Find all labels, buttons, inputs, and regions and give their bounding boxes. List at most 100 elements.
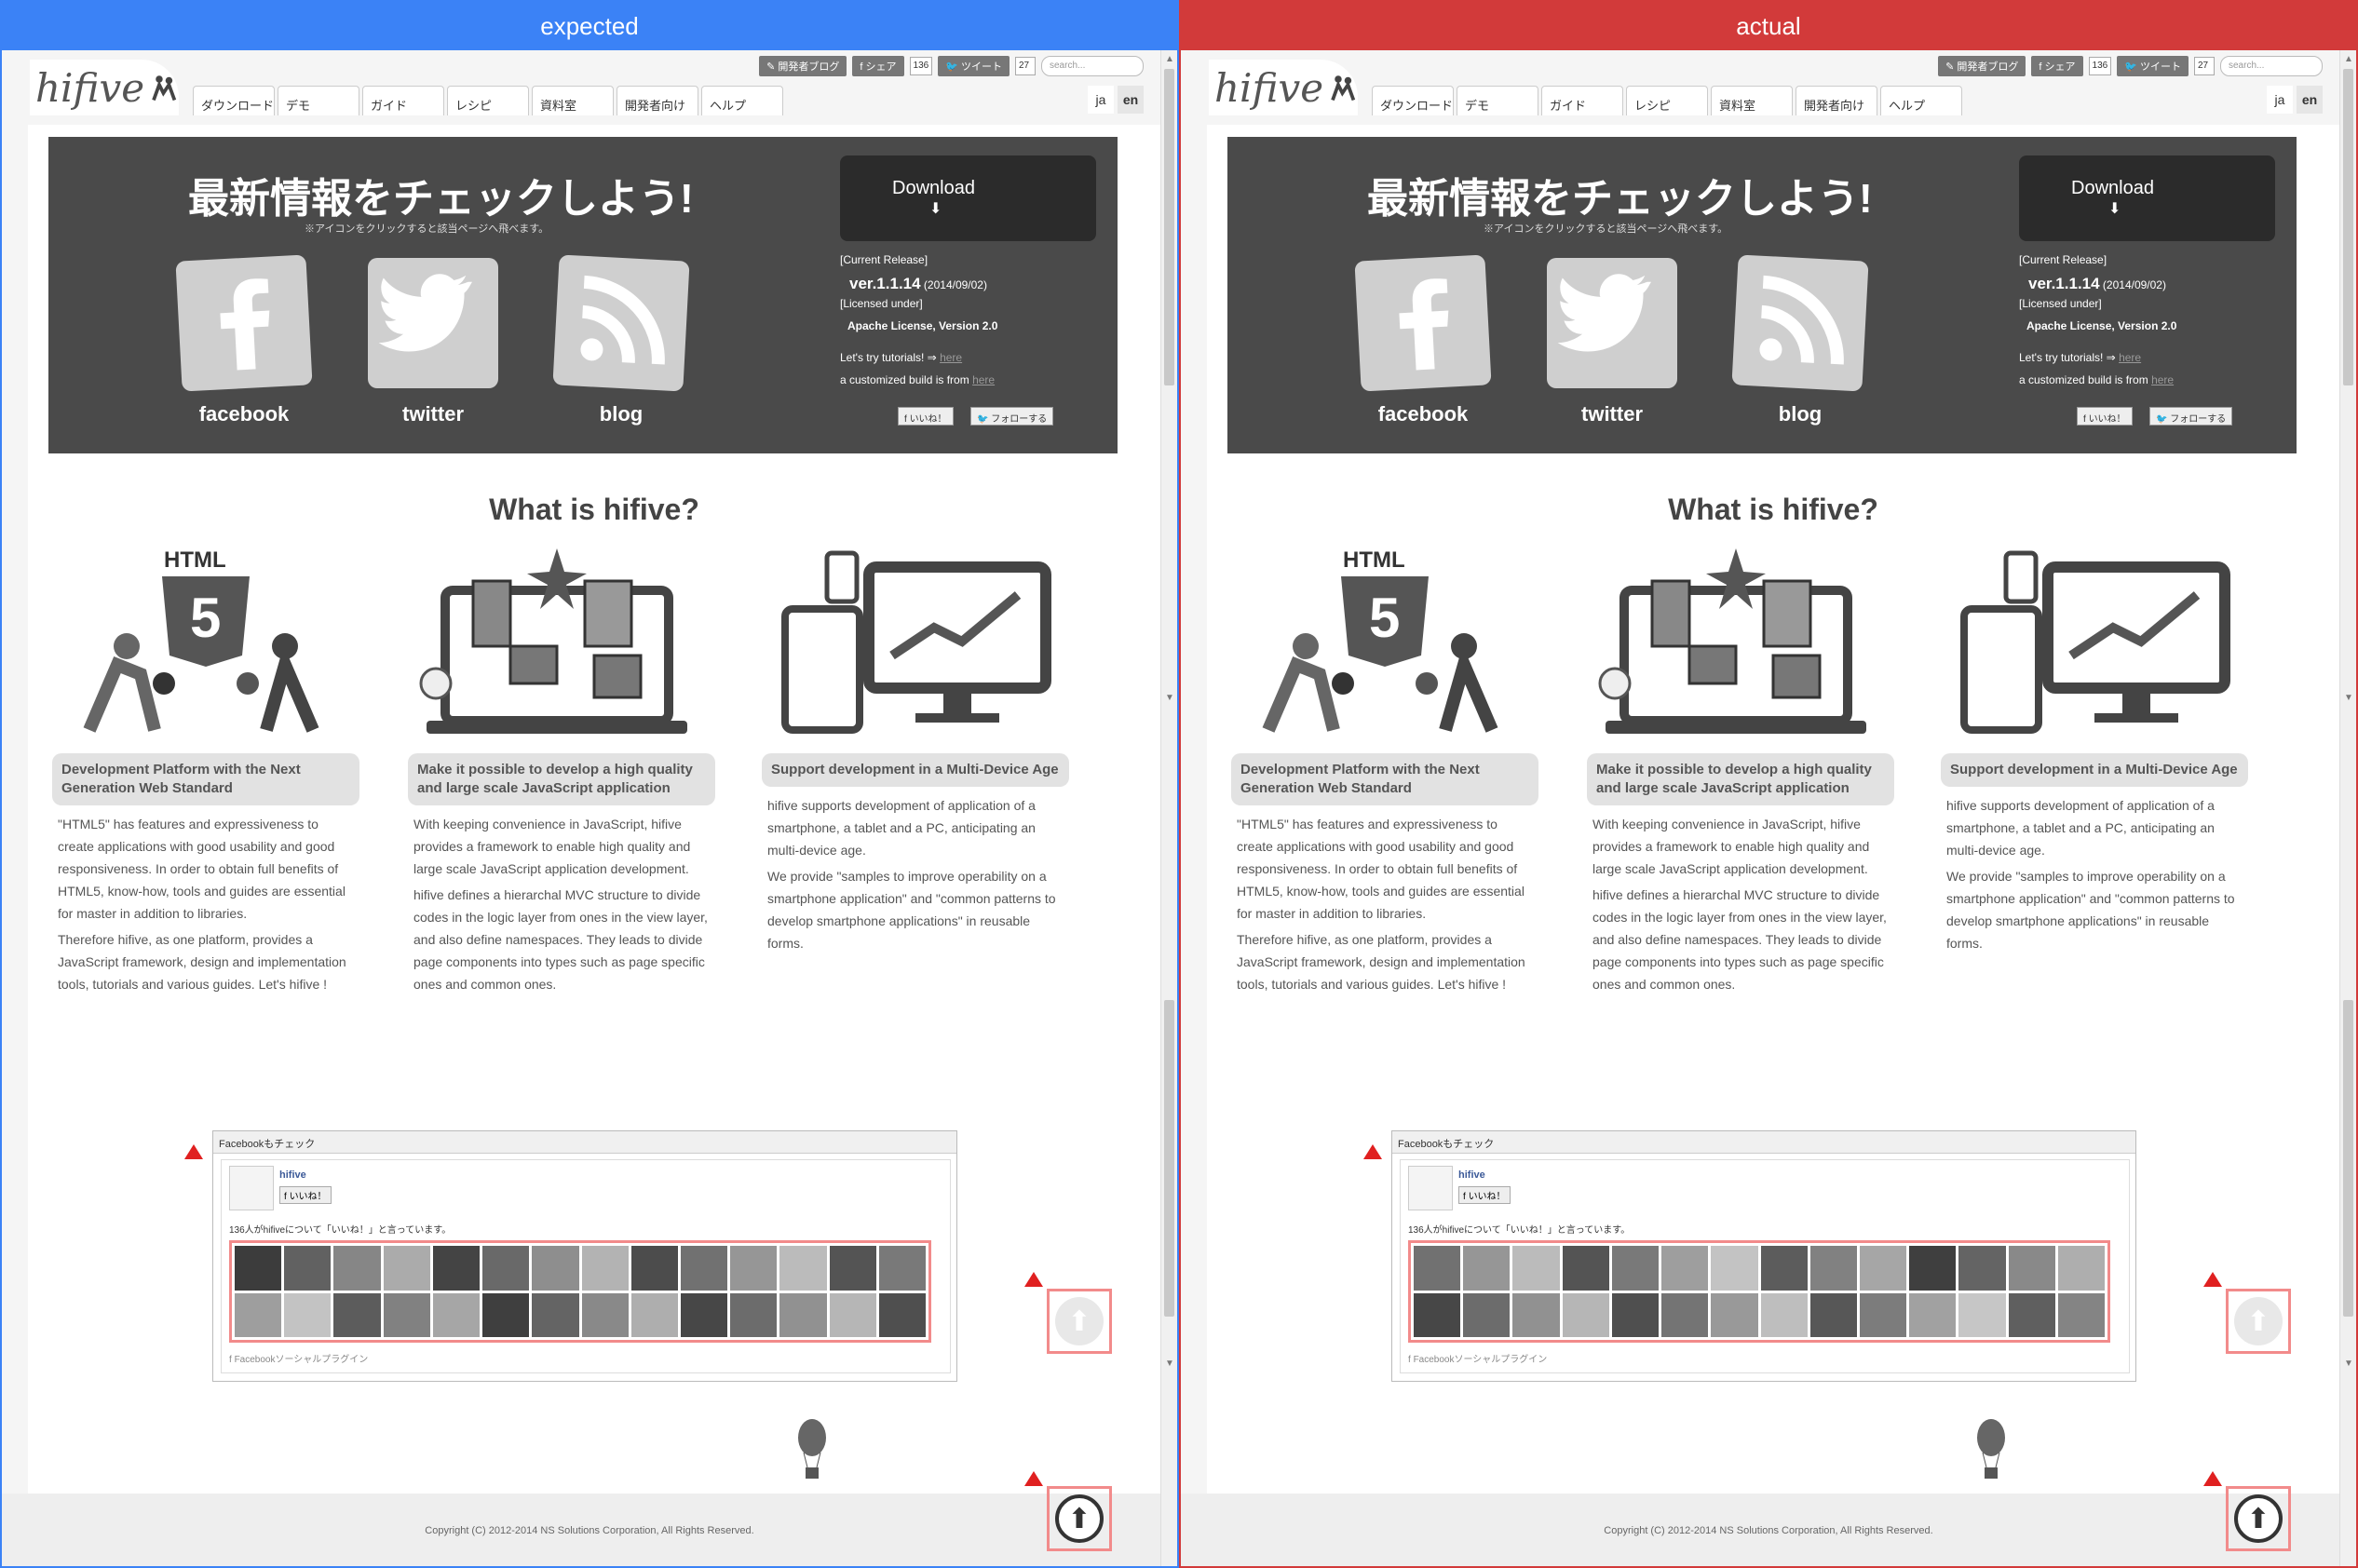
nav-tab[interactable]: 開発者向け [1796,86,1877,115]
page-top-button[interactable]: ⬆ [1047,1486,1112,1551]
fan-avatar[interactable] [630,1246,678,1291]
fan-avatar[interactable] [1661,1292,1709,1337]
fan-avatar[interactable] [1958,1292,2006,1337]
nav-tab[interactable]: デモ [1457,86,1538,115]
nav-tab[interactable]: ダウンロード [193,86,275,115]
facebook-icon[interactable] [1354,254,1492,392]
fan-avatar[interactable] [235,1292,282,1337]
search-input[interactable]: search... [1041,56,1144,76]
hifive-page-avatar[interactable] [1408,1166,1453,1210]
scrollbar-thumb[interactable] [1164,69,1174,385]
fan-avatar[interactable] [1711,1292,1758,1337]
fan-avatar[interactable] [1809,1292,1857,1337]
scroll-down-arrow[interactable]: ▼ [1165,693,1174,703]
fan-avatar[interactable] [532,1246,579,1291]
fan-avatar[interactable] [581,1292,629,1337]
search-input[interactable]: search... [2220,56,2323,76]
fan-avatar[interactable] [829,1246,876,1291]
nav-tab[interactable]: レシピ [447,86,529,115]
fan-avatar[interactable] [1760,1292,1808,1337]
fan-avatar[interactable] [829,1292,876,1337]
fan-avatar[interactable] [1414,1246,1461,1291]
fan-avatar[interactable] [730,1246,778,1291]
build-link[interactable]: here [2151,373,2174,386]
fan-avatar[interactable] [1859,1292,1907,1337]
nav-tab[interactable]: ダウンロード [1372,86,1454,115]
hifive-page-avatar[interactable] [229,1166,274,1210]
download-button[interactable]: Download ⬇ [840,155,1096,241]
nav-tab[interactable]: ガイド [362,86,444,115]
build-link[interactable]: here [972,373,995,386]
facebook-page-name[interactable]: hifive [279,1169,306,1181]
fan-avatar[interactable] [779,1292,827,1337]
fan-avatar[interactable] [383,1246,430,1291]
fan-avatar[interactable] [1562,1292,1609,1337]
nav-tab[interactable]: ガイド [1541,86,1623,115]
lang-ja[interactable]: ja [2267,86,2293,114]
facebook-page-name[interactable]: hifive [1458,1169,1485,1181]
fan-avatar[interactable] [2008,1246,2055,1291]
dev-blog-button[interactable]: ✎ 開発者ブログ [759,56,847,76]
fan-avatar[interactable] [2057,1246,2105,1291]
fan-avatar[interactable] [1512,1246,1560,1291]
facebook-like-button[interactable]: f いいね！ [1458,1186,1511,1204]
tweet-button[interactable]: 🐦 ツイート [938,56,1010,76]
facebook-plugin-footer[interactable]: f Facebookソーシャルプラグイン [1408,1351,1547,1365]
fan-avatar[interactable] [1463,1292,1511,1337]
fan-avatar[interactable] [1512,1292,1560,1337]
fan-avatar[interactable] [680,1246,728,1291]
scrollbar-thumb[interactable] [1164,1000,1174,1317]
fan-avatar[interactable] [482,1246,530,1291]
fan-avatar[interactable] [284,1292,332,1337]
fan-avatar[interactable] [680,1292,728,1337]
lang-ja[interactable]: ja [1088,86,1114,114]
page-top-button-ghost[interactable]: ⬆ [2226,1289,2291,1354]
blog-rss-icon[interactable] [1731,254,1869,392]
lang-en[interactable]: en [1118,86,1144,114]
twitter-icon[interactable] [1547,258,1677,388]
nav-tab[interactable]: ヘルプ [1880,86,1962,115]
fan-avatar[interactable] [1611,1246,1660,1291]
site-logo[interactable]: hifive [1209,60,1358,115]
fan-avatar[interactable] [1711,1246,1758,1291]
banner-follow-button[interactable]: 🐦 フォローする [970,407,1054,426]
scroll-up-arrow[interactable]: ▲ [1165,54,1174,64]
dev-blog-button[interactable]: ✎ 開発者ブログ [1938,56,2026,76]
fan-avatar[interactable] [383,1292,430,1337]
banner-follow-button[interactable]: 🐦 フォローする [2149,407,2233,426]
page-top-button[interactable]: ⬆ [2226,1486,2291,1551]
twitter-icon[interactable] [368,258,498,388]
fan-avatar[interactable] [432,1246,481,1291]
fan-avatar[interactable] [1760,1246,1808,1291]
facebook-icon[interactable] [175,254,313,392]
fan-avatar[interactable] [532,1292,579,1337]
fan-avatar[interactable] [878,1292,926,1337]
fan-avatar[interactable] [878,1246,926,1291]
fan-avatar[interactable] [1414,1292,1461,1337]
fan-avatar[interactable] [235,1246,282,1291]
vertical-scrollbar[interactable]: ▲ ▼ ▼ [2339,50,2356,1566]
fan-avatar[interactable] [1809,1246,1857,1291]
scroll-down-arrow[interactable]: ▼ [2344,693,2353,703]
fan-avatar[interactable] [432,1292,481,1337]
banner-like-button[interactable]: f いいね！ [898,407,954,426]
fan-avatar[interactable] [1463,1246,1511,1291]
fan-avatar[interactable] [779,1246,827,1291]
fan-avatar[interactable] [2057,1292,2105,1337]
fb-share-button[interactable]: f シェア [852,56,904,76]
lang-en[interactable]: en [2297,86,2323,114]
facebook-plugin-footer[interactable]: f Facebookソーシャルプラグイン [229,1351,368,1365]
fan-avatar[interactable] [284,1246,332,1291]
fan-avatar[interactable] [630,1292,678,1337]
banner-like-button[interactable]: f いいね！ [2077,407,2133,426]
fan-avatar[interactable] [1909,1292,1957,1337]
blog-rss-icon[interactable] [552,254,690,392]
nav-tab[interactable]: 開発者向け [617,86,698,115]
fan-avatar[interactable] [333,1292,381,1337]
nav-tab[interactable]: 資料室 [532,86,614,115]
fan-avatar[interactable] [1958,1246,2006,1291]
nav-tab[interactable]: 資料室 [1711,86,1793,115]
fan-avatar[interactable] [482,1292,530,1337]
fan-avatar[interactable] [1562,1246,1609,1291]
fan-avatar[interactable] [1661,1246,1709,1291]
